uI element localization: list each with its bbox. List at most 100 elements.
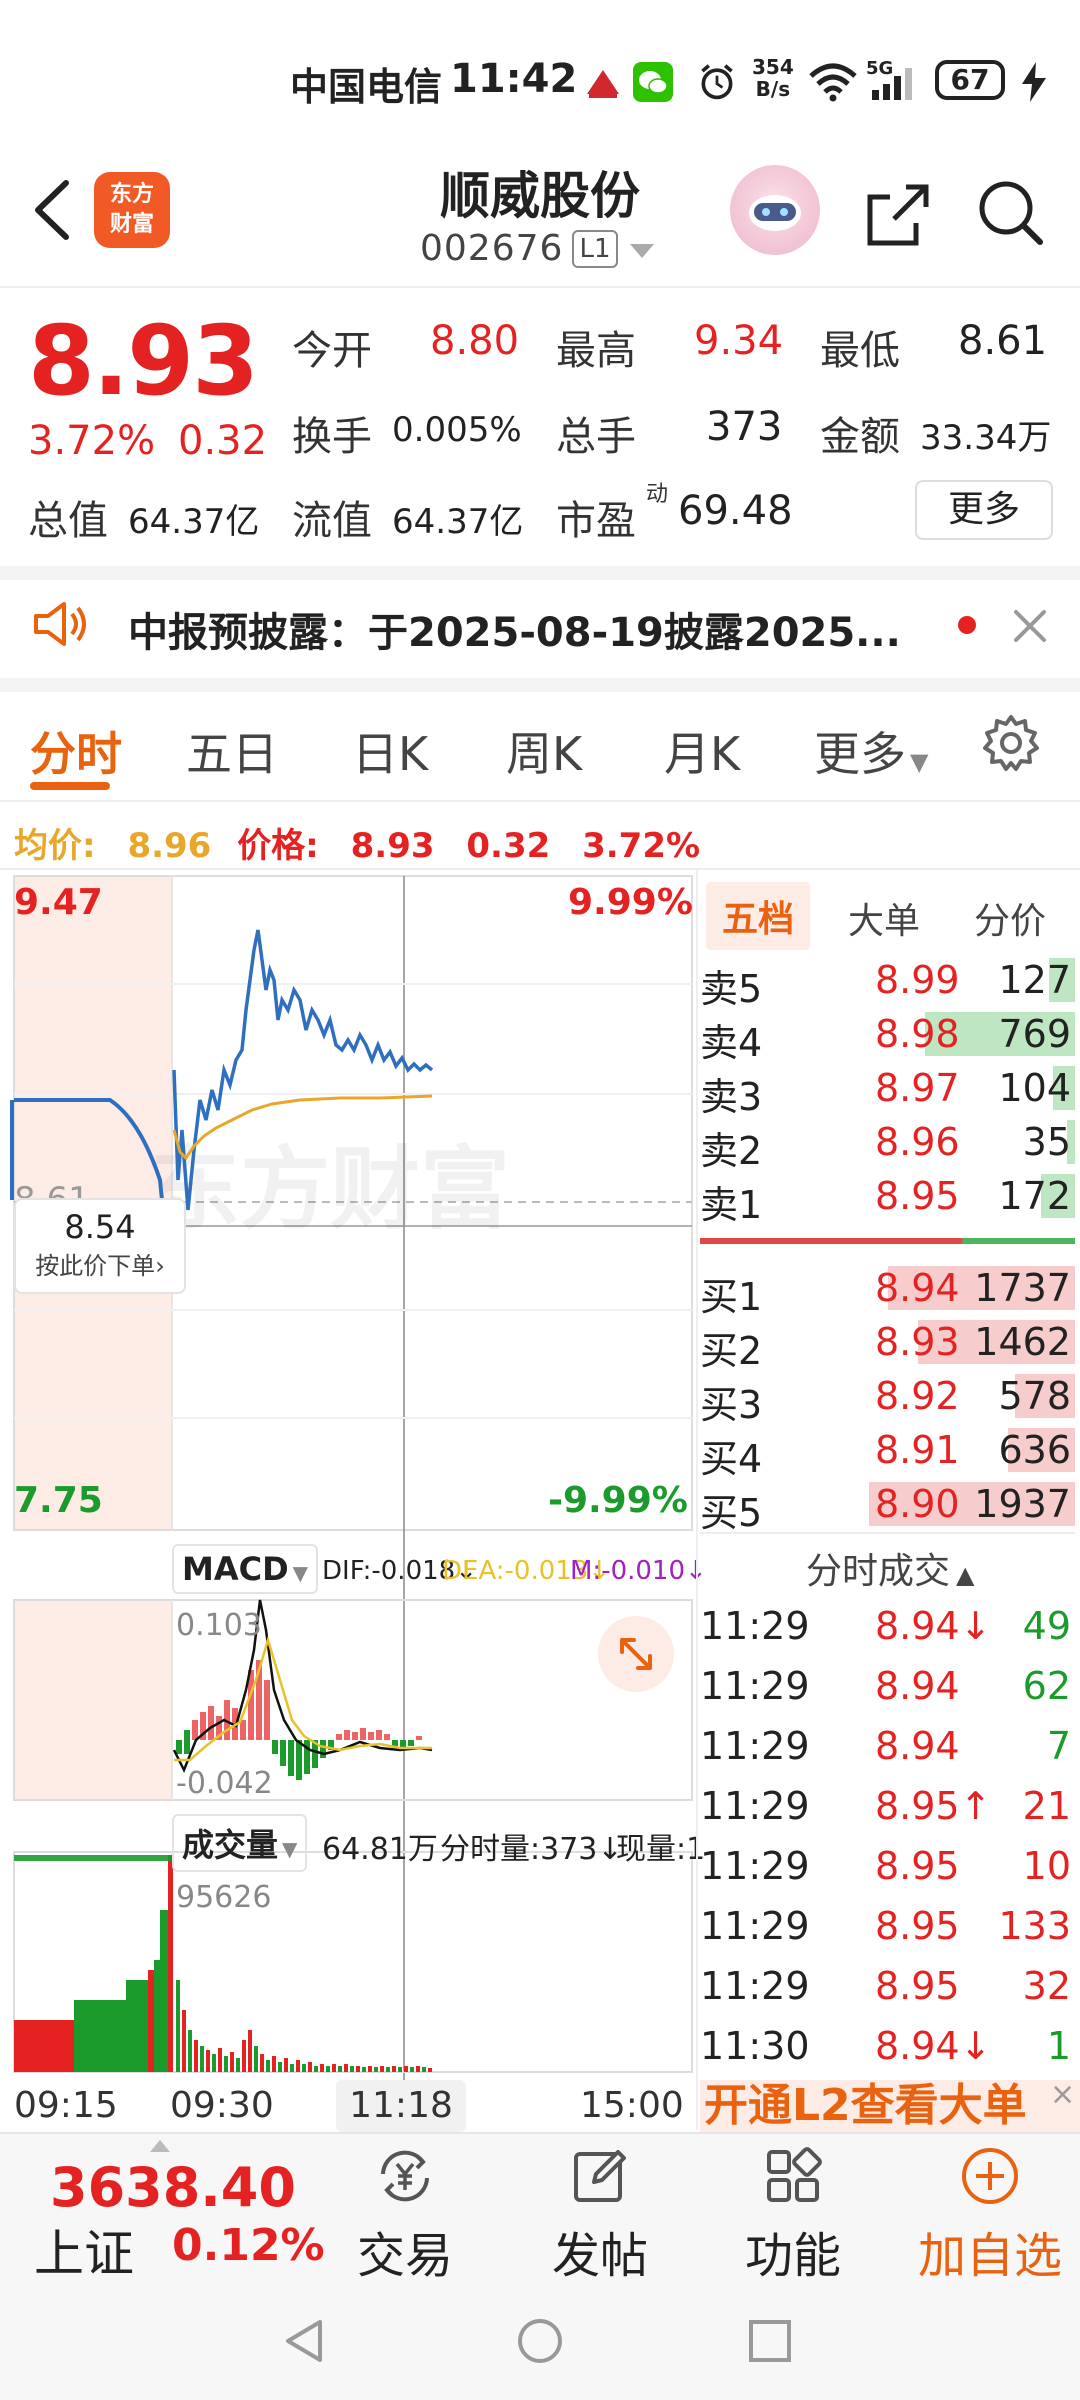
avg-price-label: 均价: (14, 826, 96, 866)
tab-more-caret-icon: ▼ (910, 748, 929, 776)
ask-row[interactable]: 卖5 8.99 127 (700, 954, 1075, 1011)
bid-price: 8.93 (875, 1320, 960, 1364)
stock-code[interactable]: 002676 (420, 228, 563, 269)
tick-time: 11:29 (700, 1784, 810, 1828)
macd-histogram (176, 1660, 422, 1780)
plus-circle-icon (962, 2148, 1018, 2204)
macd-selector[interactable]: MACD ▼ (172, 1544, 319, 1594)
macd-top-label: 0.103 (176, 1608, 262, 1643)
more-button[interactable]: 更多 (915, 480, 1053, 540)
banner-close-icon[interactable]: × (1050, 2080, 1080, 2110)
ask-price: 8.96 (875, 1120, 960, 1164)
bid-ask-ratio-bar (700, 1238, 1075, 1244)
tick-volume: 10 (1022, 1844, 1071, 1888)
bid-row[interactable]: 买3 8.92 578 (700, 1370, 1075, 1427)
bid-row[interactable]: 买2 8.93 1462 (700, 1316, 1075, 1373)
carrier-label: 中国电信 (290, 65, 443, 109)
ask-row[interactable]: 卖3 8.97 104 (700, 1062, 1075, 1119)
index-value[interactable]: 3638.40 (50, 2156, 296, 2219)
post-label: 发帖 (551, 2228, 648, 2284)
trade-button[interactable]: 交易 (340, 2132, 470, 2284)
header-divider (0, 286, 1080, 288)
chevron-down-icon[interactable] (630, 244, 654, 258)
ask-row[interactable]: 卖1 8.95 172 (700, 1170, 1075, 1227)
index-expand-caret-icon[interactable] (150, 2140, 170, 2152)
ask-row[interactable]: 卖2 8.96 35 (700, 1116, 1075, 1173)
tick-row: 11:29 8.95↑ 21 (700, 1780, 1075, 1836)
level-badge[interactable]: L1 (572, 230, 618, 268)
tick-volume: 1 (1046, 2024, 1071, 2068)
close-icon[interactable] (1010, 606, 1050, 646)
volume-label: 成交量 (182, 1826, 279, 1864)
ticks-title[interactable]: 分时成交 ▲ (806, 1542, 974, 1594)
system-nav-bar (0, 2282, 1080, 2400)
index-change[interactable]: 0.12% (172, 2220, 325, 2271)
tab-more[interactable]: 更多 ▼ (814, 718, 928, 784)
watermark-text: 东方财富 (150, 1137, 510, 1242)
tick-time: 11:29 (700, 1904, 810, 1948)
tick-volume: 7 (1046, 1724, 1071, 1768)
notice-text[interactable]: 中报预披露：于2025-08-19披露2025... (128, 600, 901, 658)
time-cursor-label: 11:18 (336, 2080, 466, 2132)
volume-total: 64.81万 (322, 1832, 438, 1867)
tab-monthly-k[interactable]: 月K (664, 718, 740, 784)
turnover-label: 换手 (292, 414, 372, 460)
pct-axis-high: 9.99% (568, 882, 693, 923)
tab-daily-k[interactable]: 日K (352, 718, 428, 784)
tab-five-levels[interactable]: 五档 (706, 882, 811, 950)
tick-time: 11:29 (700, 1604, 810, 1648)
net-speed: 354 B/s (752, 56, 794, 100)
tab-big-orders[interactable]: 大单 (848, 892, 920, 944)
tick-price: 8.95 (875, 1964, 960, 2008)
price-value: 8.93 (350, 826, 435, 866)
ask-price: 8.95 (875, 1174, 960, 1218)
share-icon[interactable] (858, 175, 938, 255)
tick-row: 11:29 8.94↓ 49 (700, 1600, 1075, 1656)
tab-more-label: 更多 (814, 727, 906, 781)
ask-row[interactable]: 卖4 8.98 769 (700, 1008, 1075, 1065)
order-at-price-tooltip[interactable]: 8.54 按此价下单› (14, 1198, 186, 1294)
functions-label: 功能 (744, 2228, 841, 2284)
nav-home-icon[interactable] (515, 2316, 565, 2366)
nav-recents-icon[interactable] (745, 2316, 795, 2366)
tick-time: 11:29 (700, 1844, 810, 1888)
change-percent: 3.72% (28, 418, 156, 464)
bid-volume: 1937 (974, 1482, 1071, 1526)
nav-back-icon[interactable] (280, 2316, 330, 2366)
battery-indicator: 67 (935, 60, 1005, 100)
functions-button[interactable]: 功能 (728, 2132, 858, 2284)
status-bar: 中国电信 11:42 354 B/s 5G 67 (0, 40, 1080, 120)
bid-row[interactable]: 买5 8.90 1937 (700, 1478, 1075, 1535)
ai-assistant-icon[interactable] (730, 165, 820, 255)
bid-price: 8.92 (875, 1374, 960, 1418)
macd-caret-icon: ▼ (292, 1561, 309, 1585)
bid-row[interactable]: 买4 8.91 636 (700, 1424, 1075, 1481)
expand-chart-button[interactable] (598, 1616, 674, 1692)
bid-row[interactable]: 买1 8.94 1737 (700, 1262, 1075, 1319)
tick-volume: 21 (1022, 1784, 1071, 1828)
gear-icon[interactable] (980, 712, 1042, 774)
l2-upgrade-banner[interactable]: 开通L2查看大单 (700, 2080, 1080, 2132)
search-icon[interactable] (970, 172, 1050, 252)
volume-label: 总手 (556, 414, 636, 460)
pe-label: 市盈 (556, 498, 636, 544)
index-name[interactable]: 上证 (34, 2214, 134, 2286)
tab-five-day[interactable]: 五日 (186, 718, 278, 784)
time-axis-start: 09:15 (14, 2085, 118, 2126)
wechat-icon (633, 62, 673, 102)
pct-axis-low: -9.99% (548, 1480, 688, 1521)
bid-volume: 636 (998, 1428, 1071, 1472)
net-speed-unit: B/s (755, 77, 791, 101)
tick-row: 11:29 8.94 7 (700, 1720, 1075, 1776)
section-divider (0, 566, 1080, 580)
tick-price: 8.95↑ (875, 1784, 992, 1828)
pe-superscript: 动 (646, 482, 669, 507)
tab-weekly-k[interactable]: 周K (506, 718, 582, 784)
tab-price-distribution[interactable]: 分价 (974, 892, 1046, 944)
add-watchlist-button[interactable]: 加自选 (900, 2132, 1080, 2284)
post-button[interactable]: 发帖 (535, 2132, 665, 2284)
volume-selector[interactable]: 成交量 ▼ (172, 1814, 308, 1872)
bid-volume: 1462 (974, 1320, 1071, 1364)
tab-intraday[interactable]: 分时 (30, 718, 122, 784)
yuan-exchange-icon (381, 2150, 429, 2202)
